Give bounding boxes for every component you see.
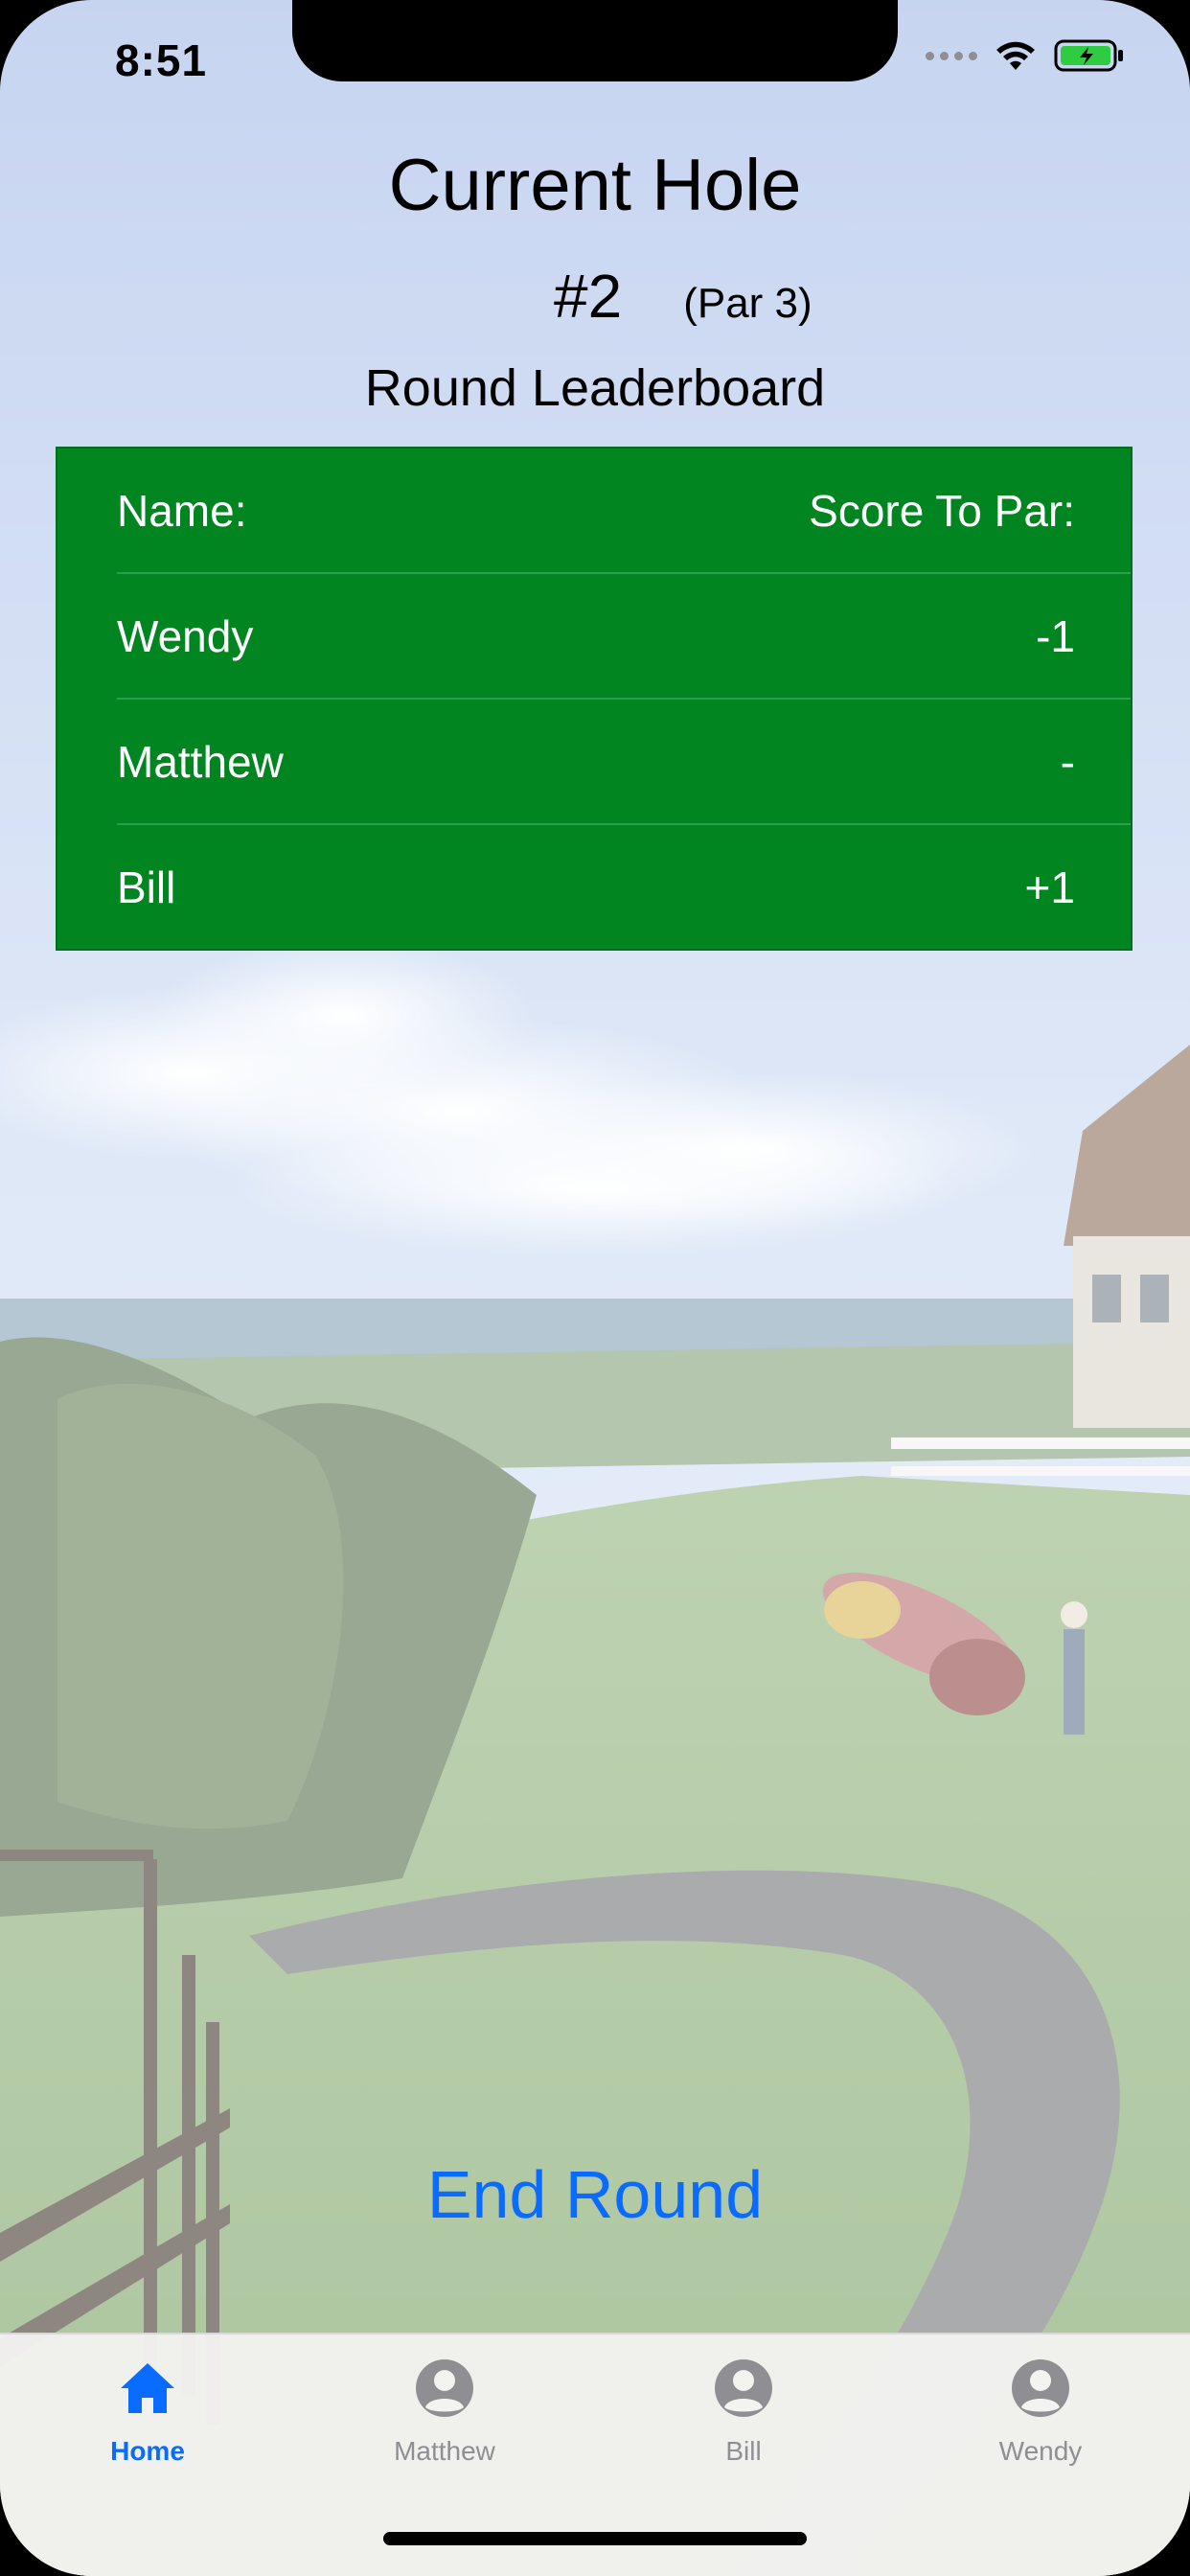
- house-icon: [121, 2363, 174, 2413]
- hole-par: (Par 3): [683, 280, 812, 327]
- device-notch: [292, 0, 898, 81]
- leaderboard-title: Round Leaderboard: [364, 359, 826, 417]
- leaderboard-row-matthew[interactable]: Matthew -: [57, 700, 1131, 825]
- home-indicator[interactable]: [383, 2532, 807, 2545]
- tab-label: Bill: [725, 2436, 762, 2466]
- status-indicators: [926, 38, 1125, 73]
- tab-wendy[interactable]: Wendy: [926, 2358, 1156, 2501]
- player-score: -1: [1036, 611, 1075, 661]
- person-circle-icon: [416, 2359, 473, 2417]
- column-header-name: Name:: [117, 486, 247, 536]
- app-screen: 8:51 Current Hole #2 (Par 3) Round Leade: [0, 0, 1190, 2576]
- leaderboard-header-row: Name: Score To Par:: [57, 448, 1131, 574]
- leaderboard-row-wendy[interactable]: Wendy -1: [57, 574, 1131, 700]
- device-frame: 8:51 Current Hole #2 (Par 3) Round Leade: [0, 0, 1190, 2576]
- tab-label: Home: [110, 2436, 185, 2466]
- status-time: 8:51: [115, 35, 208, 85]
- hole-number: #2: [554, 262, 623, 331]
- battery-charging-icon: [1054, 39, 1123, 72]
- leaderboard-row-bill[interactable]: Bill +1: [57, 825, 1131, 951]
- wifi-icon: [996, 41, 1035, 70]
- tab-label: Matthew: [394, 2436, 495, 2466]
- leaderboard-table: Name: Score To Par: Wendy -1 Matthew - B…: [56, 447, 1133, 951]
- tab-bill[interactable]: Bill: [629, 2358, 858, 2501]
- end-round-button[interactable]: End Round: [0, 2156, 1190, 2233]
- current-hole-title: Current Hole: [388, 145, 802, 226]
- tab-label: Wendy: [998, 2436, 1083, 2466]
- signal-dots-icon: [926, 51, 977, 60]
- tab-matthew[interactable]: Matthew: [330, 2358, 560, 2501]
- hole-info: #2 (Par 3): [554, 261, 812, 332]
- player-name: Bill: [117, 862, 176, 912]
- player-score: -: [1060, 737, 1075, 787]
- player-score: +1: [1024, 862, 1075, 912]
- player-name: Matthew: [117, 737, 284, 787]
- column-header-score: Score To Par:: [809, 486, 1075, 536]
- tab-home[interactable]: Home: [33, 2358, 263, 2501]
- player-name: Wendy: [117, 611, 254, 661]
- person-circle-icon: [1012, 2359, 1069, 2417]
- person-circle-icon: [715, 2359, 772, 2417]
